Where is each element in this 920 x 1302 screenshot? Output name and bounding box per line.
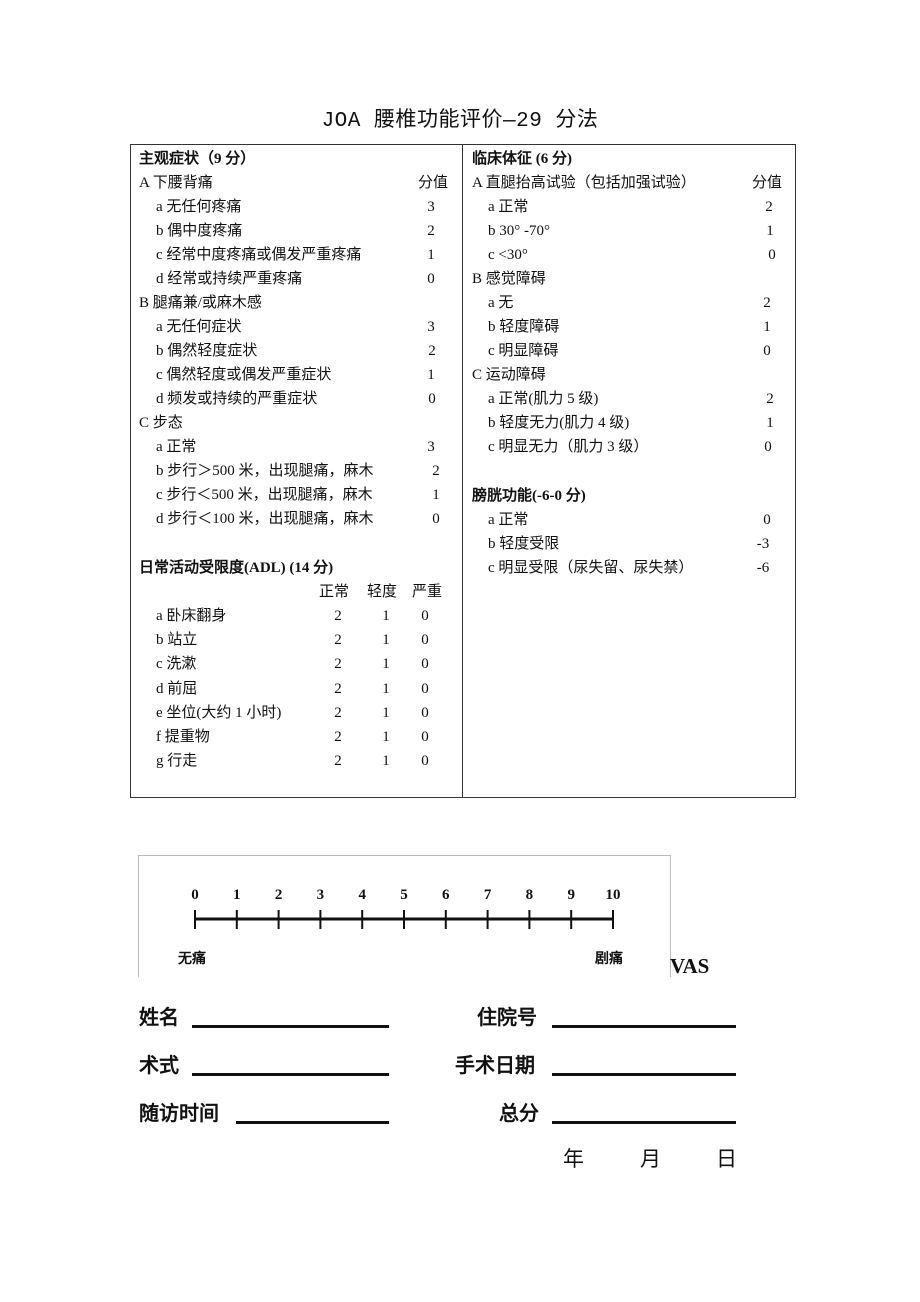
followup-time-label: 随访时间 [139, 1101, 219, 1125]
admission-no-label: 住院号 [477, 1005, 537, 1029]
date-year-label: 年 [563, 1147, 584, 1171]
date-month-label: 月 [640, 1147, 661, 1171]
surgery-date-field[interactable] [552, 1073, 736, 1076]
surgery-date-label: 手术日期 [455, 1053, 535, 1077]
total-score-label: 总分 [499, 1101, 539, 1125]
procedure-field[interactable] [192, 1073, 389, 1076]
followup-time-field[interactable] [236, 1121, 389, 1124]
vas-max-label: 剧痛 [595, 951, 623, 967]
total-score-field[interactable] [552, 1121, 736, 1124]
admission-no-field[interactable] [552, 1025, 736, 1028]
name-field[interactable] [192, 1025, 389, 1028]
vas-min-label: 无痛 [178, 951, 206, 967]
vas-title: VAS [670, 954, 710, 978]
name-label: 姓名 [139, 1005, 179, 1029]
date-day-label: 日 [716, 1147, 737, 1171]
procedure-label: 术式 [139, 1053, 179, 1077]
vas-line-svg [194, 910, 614, 929]
